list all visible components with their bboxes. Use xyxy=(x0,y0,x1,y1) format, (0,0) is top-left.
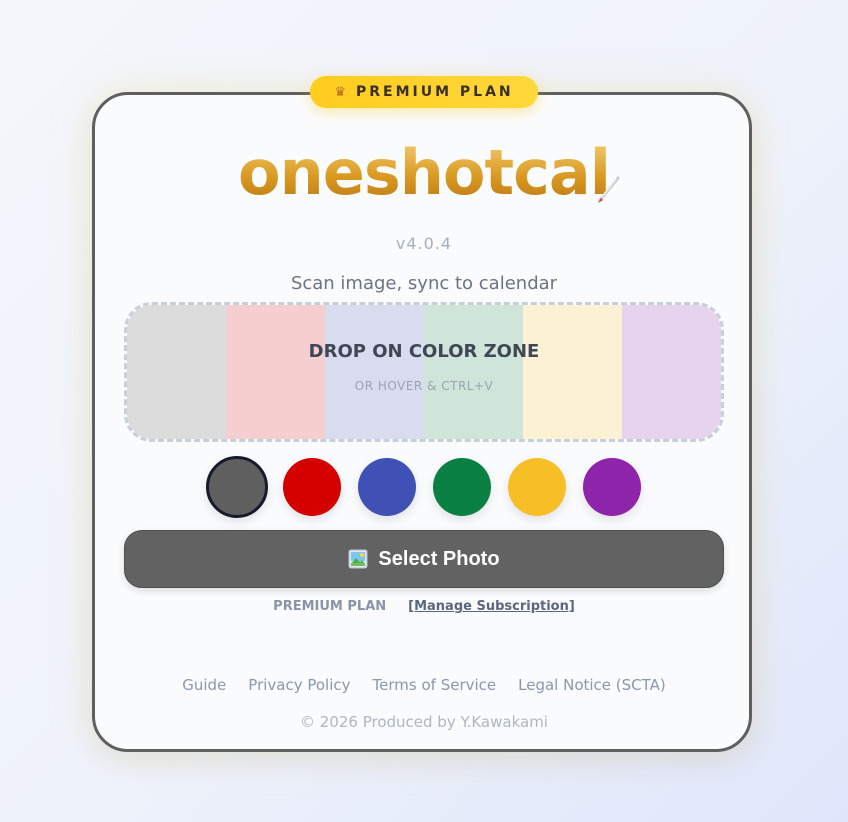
drop-zone-subtitle: OR HOVER & CTRL+V xyxy=(354,379,494,393)
app-version: v4.0.4 xyxy=(395,234,453,253)
swatch-yellow[interactable] xyxy=(508,458,566,516)
drop-zone-stripe-blue xyxy=(325,305,424,439)
select-photo-label: Select Photo xyxy=(378,547,500,570)
drop-zone-stripe-purple xyxy=(622,305,721,439)
drop-zone-stripe-red xyxy=(226,305,325,439)
footer-link-privacy-policy[interactable]: Privacy Policy xyxy=(248,676,350,694)
app-logo: oneshotcal xyxy=(0,136,848,209)
drop-zone-stripe-green xyxy=(424,305,523,439)
crown-icon: ♛ xyxy=(334,84,346,100)
pen-icon xyxy=(598,176,620,203)
drop-zone-title: DROP ON COLOR ZONE xyxy=(308,341,540,362)
drop-zone-stripe-yellow xyxy=(523,305,622,439)
copyright: © 2026 Produced by Y.Kawakami xyxy=(300,713,548,731)
footer-links: Guide Privacy Policy Terms of Service Le… xyxy=(0,676,848,694)
footer-link-terms-of-service[interactable]: Terms of Service xyxy=(373,676,497,694)
picture-icon xyxy=(348,549,368,569)
footer-link-guide[interactable]: Guide xyxy=(182,676,226,694)
color-drop-zone[interactable]: DROP ON COLOR ZONE OR HOVER & CTRL+V xyxy=(124,302,724,442)
swatch-purple[interactable] xyxy=(583,458,641,516)
swatch-red[interactable] xyxy=(283,458,341,516)
plan-label: PREMIUM PLAN xyxy=(273,599,387,614)
drop-zone-stripe-gray xyxy=(127,305,226,439)
plan-row: PREMIUM PLAN [Manage Subscription] xyxy=(0,599,848,614)
tagline: Scan image, sync to calendar xyxy=(290,273,558,294)
manage-subscription-link[interactable]: [Manage Subscription] xyxy=(408,599,575,614)
premium-badge-label: PREMIUM PLAN xyxy=(356,84,514,100)
swatch-green[interactable] xyxy=(433,458,491,516)
select-photo-button[interactable]: Select Photo xyxy=(124,530,724,588)
swatch-blue[interactable] xyxy=(358,458,416,516)
color-swatches xyxy=(206,456,646,518)
premium-badge: ♛ PREMIUM PLAN xyxy=(310,76,538,108)
swatch-gray[interactable] xyxy=(206,456,268,518)
footer-link-legal-notice[interactable]: Legal Notice (SCTA) xyxy=(518,676,666,694)
